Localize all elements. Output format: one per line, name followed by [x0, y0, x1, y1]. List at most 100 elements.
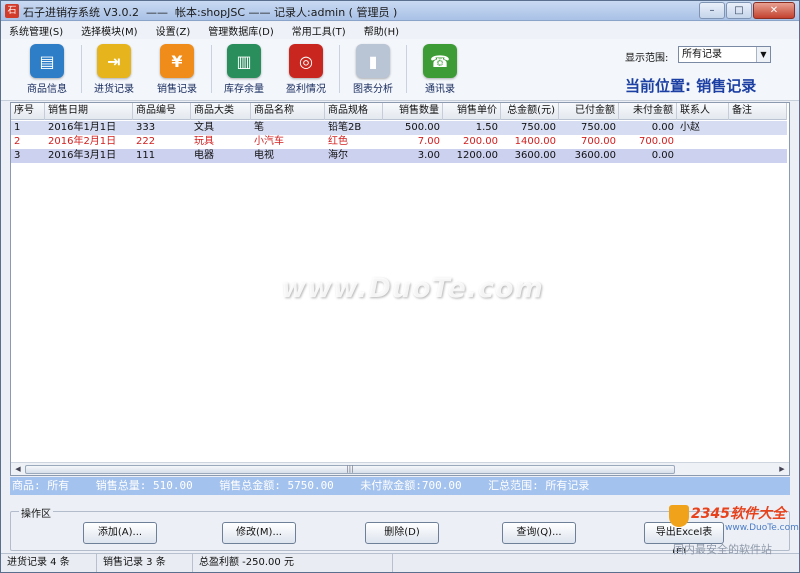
toolbar-separator [81, 45, 82, 93]
table-cell [677, 135, 729, 149]
table-cell: 750.00 [521, 122, 556, 133]
table-cell: 3 [14, 150, 21, 161]
table-row[interactable]: 3 2016年3月1日 111 电器 电视 海尔 3.00 1200.00 3600.00 360… [11, 149, 787, 163]
table-cell: 333 [136, 122, 156, 133]
scope-value: 所有记录 [682, 49, 722, 60]
table-cell: 海尔 [328, 150, 348, 161]
table-cell: 200.00 [463, 136, 498, 147]
toolbar-product-info-button[interactable]: ▤ 商品信息 [17, 42, 77, 98]
coins-icon: ◎ [289, 44, 323, 78]
table-cell: 小赵 [680, 122, 700, 133]
table-cell: 玩具 [194, 136, 214, 147]
minimize-button[interactable]: – [699, 2, 725, 19]
column-header[interactable]: 备注 [729, 103, 787, 120]
maximize-button[interactable]: □ [726, 2, 752, 19]
query-button[interactable]: 查询(Q)... [502, 522, 576, 544]
horizontal-scrollbar[interactable]: ◀ ||| ▶ [11, 462, 789, 475]
close-button[interactable]: ✕ [753, 2, 795, 19]
table-cell [729, 135, 787, 149]
menu-module[interactable]: 选择模块(M) [81, 23, 137, 38]
operations-label: 操作区 [19, 505, 53, 520]
table-cell: 2016年3月1日 [48, 150, 117, 161]
window-title: 石子进销存系统 V3.0.2 —— 帐本:shopJSC —— 记录人:admi… [23, 6, 398, 19]
column-header[interactable]: 销售单价 [443, 103, 501, 120]
table-cell: 2016年2月1日 [48, 136, 117, 147]
column-header[interactable]: 销售数量 [383, 103, 443, 120]
scroll-right-icon[interactable]: ▶ [776, 464, 788, 475]
table-cell: 红色 [328, 136, 348, 147]
table-cell: 7.00 [417, 136, 440, 147]
table-cell: 750.00 [581, 122, 616, 133]
toolbar-label: 图表分析 [353, 84, 393, 95]
menu-settings[interactable]: 设置(Z) [156, 23, 191, 38]
add-button[interactable]: 添加(A)... [83, 522, 157, 544]
scroll-left-icon[interactable]: ◀ [12, 464, 24, 475]
menu-help[interactable]: 帮助(H) [364, 23, 399, 38]
table-cell [677, 149, 729, 163]
column-header[interactable]: 销售日期 [45, 103, 133, 120]
title-bar: 石 石子进销存系统 V3.0.2 —— 帐本:shopJSC —— 记录人:ad… [1, 1, 799, 21]
yen-icon: ¥ [160, 44, 194, 78]
table-cell: 1400.00 [514, 136, 556, 147]
status-total-profit: 总盈利额 -250.00 元 [193, 554, 393, 572]
toolbar-label: 商品信息 [27, 84, 67, 95]
scope-label: 显示范围: [625, 53, 669, 64]
edit-button[interactable]: 修改(M)... [222, 522, 296, 544]
table-cell: 1200.00 [456, 150, 498, 161]
column-header[interactable]: 商品规格 [325, 103, 383, 120]
toolbar-label: 销售记录 [157, 84, 197, 95]
toolbar-purchase-button[interactable]: ⇥ 进货记录 [84, 42, 144, 98]
delete-button[interactable]: 删除(D) [365, 522, 439, 544]
table-cell: 3.00 [417, 150, 440, 161]
toolbar-stock-button[interactable]: ▥ 库存余量 [214, 42, 274, 98]
table-cell: 小汽车 [254, 136, 284, 147]
scrollbar-thumb[interactable]: ||| [25, 465, 675, 474]
toolbar-separator [211, 45, 212, 93]
toolbar-label: 通讯录 [425, 84, 455, 95]
table-cell: 3600.00 [514, 150, 556, 161]
toolbar-label: 库存余量 [224, 84, 264, 95]
column-header[interactable]: 未付金额 [619, 103, 677, 120]
menu-database[interactable]: 管理数据库(D) [208, 23, 274, 38]
phone-icon: ☎ [423, 44, 457, 78]
table-row[interactable]: 2 2016年2月1日 222 玩具 小汽车 红色 7.00 200.00 1400.00 700… [11, 135, 787, 149]
app-icon: 石 [5, 4, 19, 18]
document-icon: ▤ [30, 44, 64, 78]
table-cell [729, 121, 787, 135]
scope-select[interactable]: 所有记录 ▼ [678, 46, 771, 63]
status-purchase-count: 进货记录 4 条 [1, 554, 97, 572]
table-cell [729, 149, 787, 163]
toolbar-sales-button[interactable]: ¥ 销售记录 [147, 42, 207, 98]
column-header[interactable]: 商品名称 [251, 103, 325, 120]
badge-site: www.DuoTe.com [725, 523, 799, 533]
table-cell: 铅笔2B [328, 122, 362, 133]
toolbar-chart-button[interactable]: ▮ 图表分析 [343, 42, 403, 98]
table-cell: 500.00 [405, 122, 440, 133]
column-header[interactable]: 已付金额 [559, 103, 619, 120]
status-sales-count: 销售记录 3 条 [97, 554, 193, 572]
toolbar-profit-button[interactable]: ◎ 盈利情况 [276, 42, 336, 98]
column-header[interactable]: 总金额(元) [501, 103, 559, 120]
badge-brand: 2345软件大全 [691, 506, 786, 522]
current-location: 当前位置: 销售记录 [625, 77, 757, 95]
column-header[interactable]: 商品编号 [133, 103, 191, 120]
column-header[interactable]: 商品大类 [191, 103, 251, 120]
badge-slogan: 国内最安全的软件站 [673, 543, 772, 556]
table-cell: 0.00 [651, 122, 674, 133]
table-cell: 0.00 [651, 150, 674, 161]
menu-tools[interactable]: 常用工具(T) [292, 23, 346, 38]
toolbar-contacts-button[interactable]: ☎ 通讯录 [410, 42, 470, 98]
table-cell: 1.50 [475, 122, 498, 133]
menu-system[interactable]: 系统管理(S) [9, 23, 63, 38]
column-header[interactable]: 序号 [11, 103, 45, 120]
summary-bar: 商品: 所有 销售总量: 510.00 销售总金额: 5750.00 未付款金额… [10, 477, 790, 495]
table-cell: 700.00 [581, 136, 616, 147]
table-row[interactable]: 1 2016年1月1日 333 文具 笔 铅笔2B 500.00 1.50 750.00 750.… [11, 121, 787, 135]
column-header[interactable]: 联系人 [677, 103, 729, 120]
chevron-down-icon[interactable]: ▼ [756, 47, 770, 62]
site-badge: 2345软件大全 www.DuoTe.com 国内最安全的软件站 [667, 501, 799, 557]
table-cell: 文具 [194, 122, 214, 133]
table-cell: 电器 [194, 150, 214, 161]
import-icon: ⇥ [97, 44, 131, 78]
table-cell: 电视 [254, 150, 274, 161]
